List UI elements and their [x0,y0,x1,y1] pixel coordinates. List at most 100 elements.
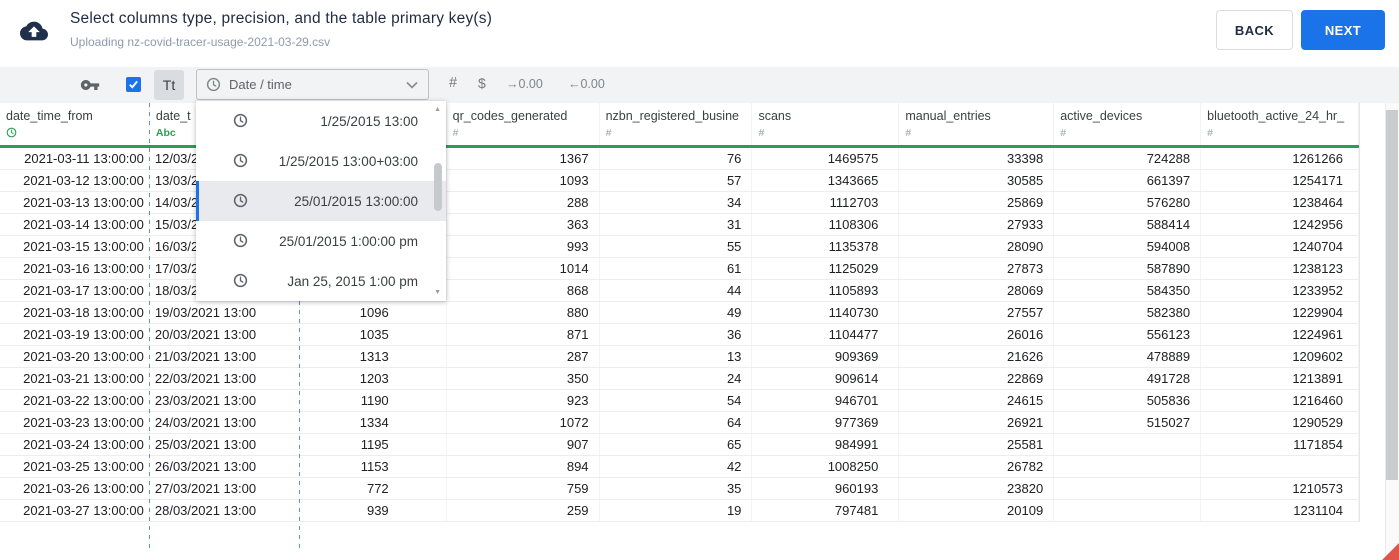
table-row: 2021-03-20 13:00:00 21/03/2021 13:00 1313 2… [0,346,1359,368]
column-header-qr_codes_generated[interactable]: qr_codes_generated # [447,103,600,145]
scroll-down-icon[interactable]: ▼ [434,289,441,296]
table-row: 2021-03-23 13:00:00 24/03/2021 13:00 1334 1… [0,412,1359,434]
table-cell: 1014 [447,258,600,279]
type-select[interactable]: Date / time [196,69,429,100]
table-cell: 363 [447,214,600,235]
include-checkbox[interactable] [126,77,141,92]
format-option-label: 25/01/2015 13:00:00 [294,193,418,209]
page-title: Select columns type, precision, and the … [70,10,493,27]
column-type-label: # [1060,127,1067,139]
table-cell: 2021-03-26 13:00:00 [0,478,150,499]
currency-type-button[interactable]: $ [478,75,486,91]
format-option[interactable]: 1/25/2015 13:00+03:00 [196,141,446,181]
table-cell: 1108306 [752,214,900,235]
table-cell: 2021-03-23 13:00:00 [0,412,150,433]
table-cell: 13 [600,346,753,367]
column-name: scans [758,109,792,123]
table-cell: 19 [600,500,753,521]
table-cell: 797481 [752,500,900,521]
upload-cloud-icon [20,17,48,45]
table-cell: 24615 [899,390,1055,411]
table-cell: 26/03/2021 13:00 [150,456,300,477]
format-option-label: 25/01/2015 1:00:00 pm [279,233,418,249]
format-option[interactable]: 1/25/2015 13:00 [196,101,446,141]
table-cell: 25/03/2021 13:00 [150,434,300,455]
clock-icon [233,233,249,249]
table-cell: 478889 [1054,346,1202,367]
table-cell: 1290529 [1201,412,1359,433]
table-cell: 35 [600,478,753,499]
scroll-corner-marker [1382,543,1399,560]
table-cell: 582380 [1054,302,1202,323]
increase-decimal-button[interactable]: →0.00 [506,77,543,91]
table-cell: 2021-03-24 13:00:00 [0,434,150,455]
next-button[interactable]: NEXT [1301,10,1385,50]
table-cell: 1190 [300,390,447,411]
table-cell: 22869 [899,368,1055,389]
decrease-decimal-button[interactable]: ←0.00 [568,77,605,91]
table-cell: 515027 [1054,412,1202,433]
column-header-bluetooth_active_24_hr_[interactable]: bluetooth_active_24_hr_ # [1201,103,1360,145]
table-cell: 2021-03-20 13:00:00 [0,346,150,367]
table-cell: 1313 [300,346,447,367]
column-header-active_devices[interactable]: active_devices # [1054,103,1202,145]
format-option[interactable]: 25/01/2015 1:00:00 pm [196,221,446,261]
format-option-list: 1/25/2015 13:00 1/25/2015 13:00+03:00 25/0… [196,101,446,301]
table-cell: 28090 [899,236,1055,257]
column-header-scans[interactable]: scans # [752,103,900,145]
back-button[interactable]: BACK [1216,10,1293,50]
table-row: 2021-03-24 13:00:00 25/03/2021 13:00 1195 9… [0,434,1359,456]
column-name: bluetooth_active_24_hr_ [1207,109,1345,123]
format-option[interactable]: 25/01/2015 13:00:00 [196,181,446,221]
table-cell: 1195 [300,434,447,455]
clock-icon [233,113,249,129]
table-cell: 27/03/2021 13:00 [150,478,300,499]
format-option-label: 1/25/2015 13:00 [320,113,418,129]
table-cell: 2021-03-15 13:00:00 [0,236,150,257]
column-name: active_devices [1060,109,1143,123]
table-cell: 1171854 [1201,434,1359,455]
table-cell: 55 [600,236,753,257]
table-cell: 21/03/2021 13:00 [150,346,300,367]
number-type-button[interactable]: # [449,75,457,91]
column-type-label: # [1207,127,1213,139]
table-cell: 1072 [447,412,600,433]
table-cell: 1105893 [752,280,900,301]
vertical-scrollbar[interactable] [1385,103,1399,560]
column-name: manual_entries [905,109,991,123]
table-cell: 984991 [752,434,900,455]
table-cell: 57 [600,170,753,191]
table-cell: 576280 [1054,192,1202,213]
app-header: Select columns type, precision, and the … [0,0,1399,67]
page-subtitle: Uploading nz-covid-tracer-usage-2021-03-… [70,35,331,49]
scroll-up-icon[interactable]: ▲ [434,106,441,113]
text-type-button[interactable]: Tt [154,70,184,100]
primary-key-icon[interactable] [80,75,100,95]
table-cell: 30585 [899,170,1055,191]
table-cell: 1203 [300,368,447,389]
table-cell [1054,478,1202,499]
table-cell: 584350 [1054,280,1202,301]
table-row: 2021-03-25 13:00:00 26/03/2021 13:00 1153 8… [0,456,1359,478]
table-cell: 2021-03-14 13:00:00 [0,214,150,235]
datetime-type-icon [6,127,149,140]
table-cell: 34 [600,192,753,213]
table-cell: 20109 [899,500,1055,521]
table-cell: 20/03/2021 13:00 [150,324,300,345]
column-header-date_time_from[interactable]: date_time_from [0,103,150,145]
scrollbar-thumb[interactable] [1386,110,1398,480]
format-dropdown: 1/25/2015 13:00 1/25/2015 13:00+03:00 25/0… [196,101,446,301]
table-cell: 2021-03-16 13:00:00 [0,258,150,279]
table-cell: 25869 [899,192,1055,213]
table-cell: 880 [447,302,600,323]
table-cell: 1233952 [1201,280,1359,301]
table-cell: 1367 [447,148,600,169]
table-cell: 288 [447,192,600,213]
column-header-manual_entries[interactable]: manual_entries # [899,103,1055,145]
format-option[interactable]: Jan 25, 2015 1:00 pm [196,261,446,301]
table-cell [1054,456,1202,477]
column-header-nzbn_registered_busine[interactable]: nzbn_registered_busine # [600,103,753,145]
table-cell: 1469575 [752,148,900,169]
table-cell: 491728 [1054,368,1202,389]
dropdown-scrollbar-thumb[interactable] [434,163,442,211]
